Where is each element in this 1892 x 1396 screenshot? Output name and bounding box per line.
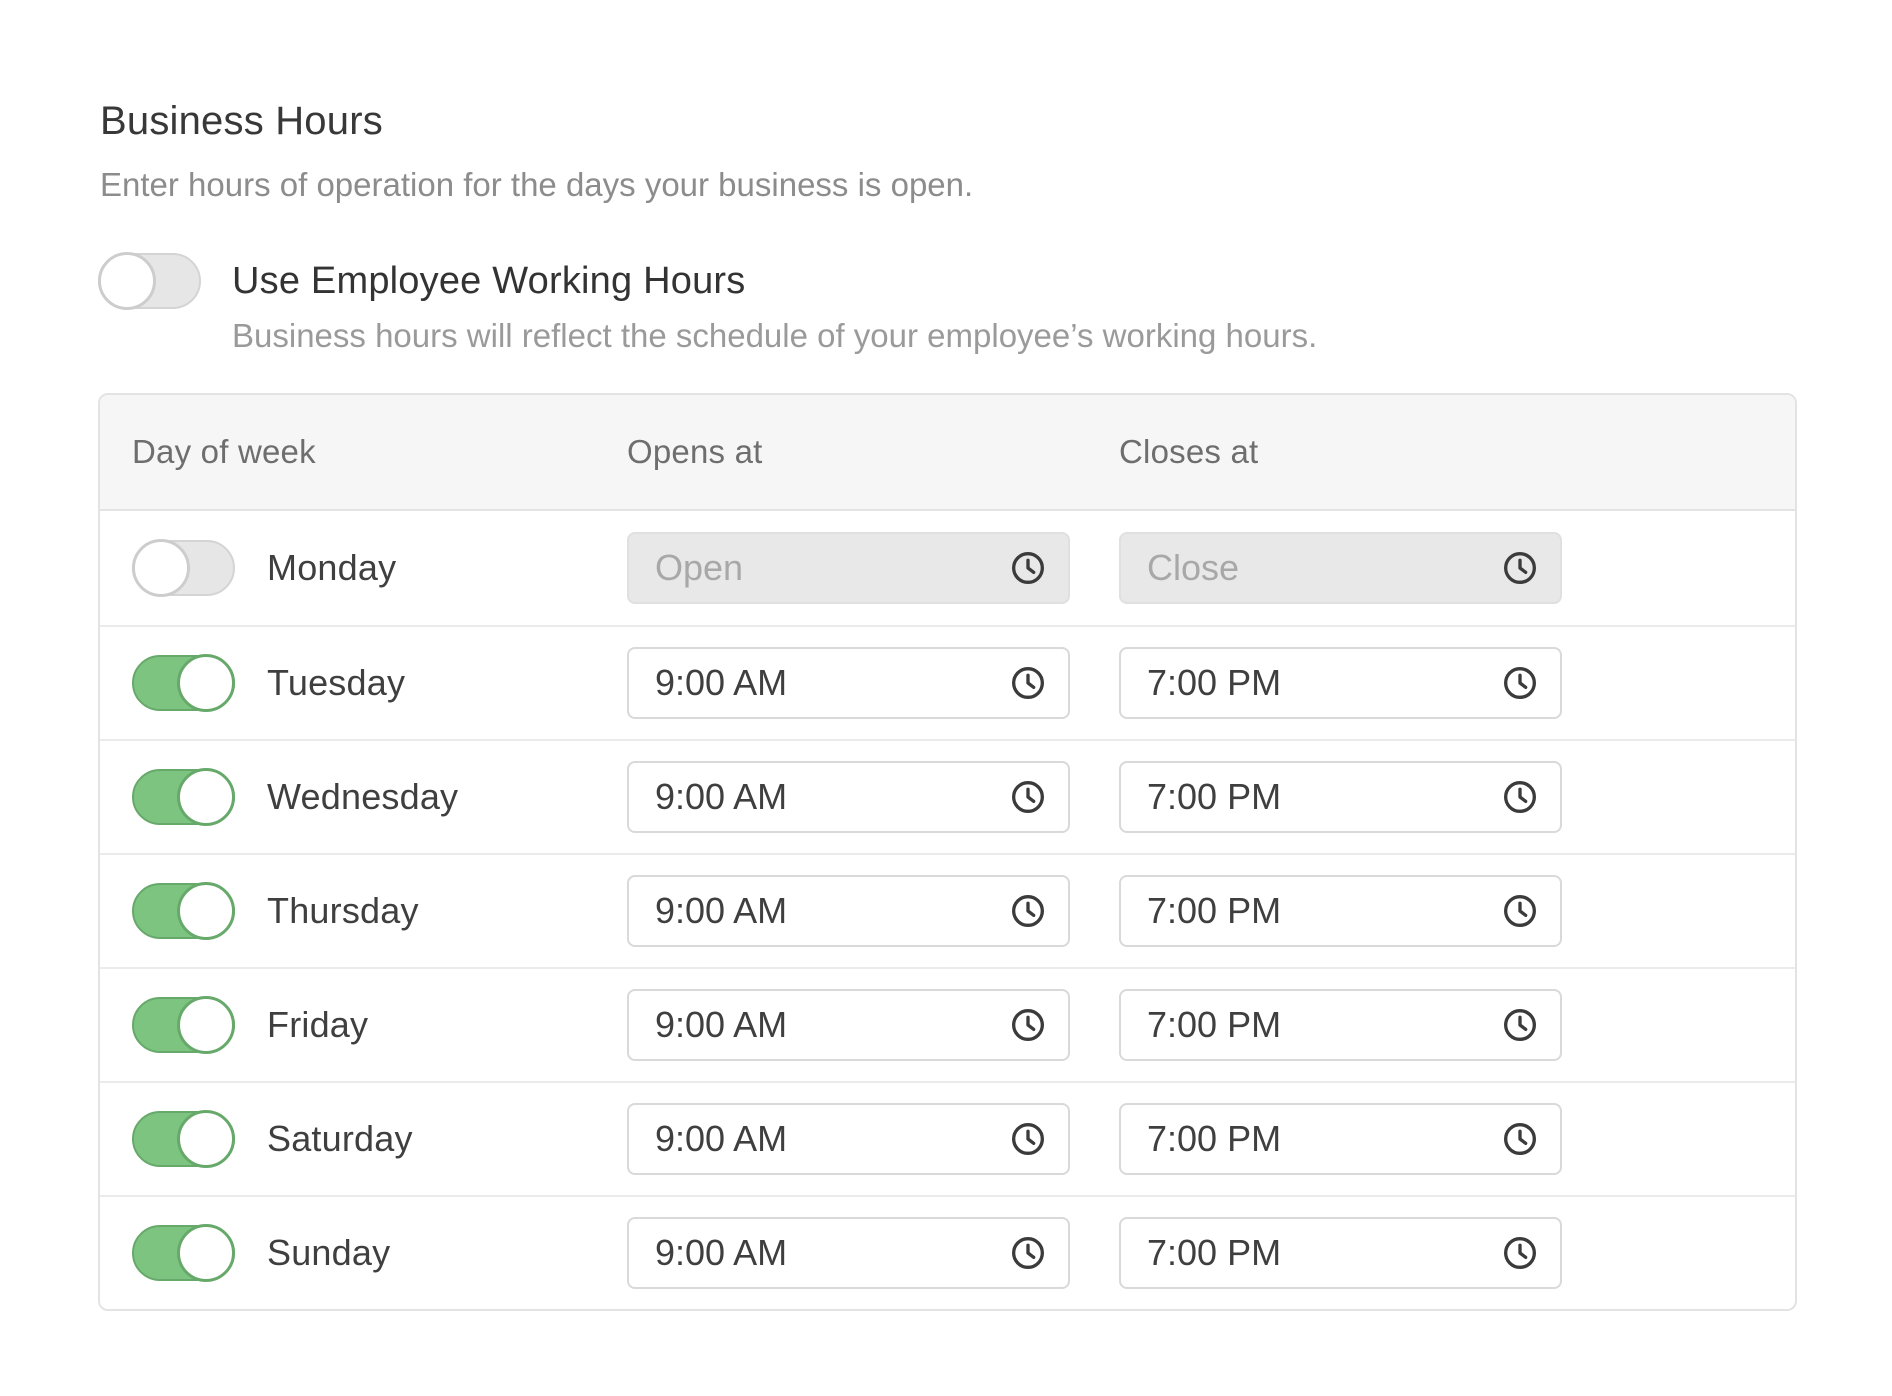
opens-at-input bbox=[627, 532, 1070, 604]
opens-at-input[interactable] bbox=[627, 989, 1070, 1061]
opens-at-input[interactable] bbox=[627, 1217, 1070, 1289]
day-toggle[interactable] bbox=[132, 1225, 235, 1281]
closes-at-input[interactable] bbox=[1119, 647, 1562, 719]
day-label: Monday bbox=[267, 547, 396, 589]
day-toggle[interactable] bbox=[132, 1111, 235, 1167]
opens-at-input[interactable] bbox=[627, 1103, 1070, 1175]
closes-at-field bbox=[1119, 647, 1562, 719]
table-row: Saturday bbox=[100, 1081, 1795, 1195]
day-label: Wednesday bbox=[267, 776, 458, 818]
toggle-knob bbox=[177, 1224, 235, 1282]
day-cell: Friday bbox=[132, 997, 627, 1053]
opens-at-input[interactable] bbox=[627, 647, 1070, 719]
business-hours-settings: Business Hours Enter hours of operation … bbox=[0, 0, 1892, 1311]
day-cell: Saturday bbox=[132, 1111, 627, 1167]
employee-hours-text: Use Employee Working Hours Business hour… bbox=[232, 253, 1317, 356]
employee-hours-label: Use Employee Working Hours bbox=[232, 253, 1317, 309]
toggle-knob bbox=[98, 252, 156, 310]
opens-at-field bbox=[627, 1103, 1070, 1175]
toggle-knob bbox=[177, 654, 235, 712]
business-hours-table: Day of week Opens at Closes at Monday bbox=[98, 393, 1797, 1311]
day-cell: Wednesday bbox=[132, 769, 627, 825]
day-cell: Thursday bbox=[132, 883, 627, 939]
day-label: Thursday bbox=[267, 890, 419, 932]
day-toggle[interactable] bbox=[132, 997, 235, 1053]
closes-at-field bbox=[1119, 1103, 1562, 1175]
opens-at-input[interactable] bbox=[627, 875, 1070, 947]
day-toggle[interactable] bbox=[132, 769, 235, 825]
closes-at-field bbox=[1119, 532, 1562, 604]
opens-at-field bbox=[627, 761, 1070, 833]
column-header-closes-at: Closes at bbox=[1119, 433, 1562, 471]
table-row: Monday bbox=[100, 511, 1795, 625]
day-label: Friday bbox=[267, 1004, 368, 1046]
day-toggle[interactable] bbox=[132, 883, 235, 939]
day-label: Sunday bbox=[267, 1232, 390, 1274]
column-header-day-of-week: Day of week bbox=[132, 433, 627, 471]
opens-at-field bbox=[627, 989, 1070, 1061]
opens-at-field bbox=[627, 875, 1070, 947]
toggle-knob bbox=[177, 1110, 235, 1168]
opens-at-input[interactable] bbox=[627, 761, 1070, 833]
table-row: Sunday bbox=[100, 1195, 1795, 1309]
day-label: Saturday bbox=[267, 1118, 413, 1160]
table-row: Wednesday bbox=[100, 739, 1795, 853]
table-row: Tuesday bbox=[100, 625, 1795, 739]
opens-at-field bbox=[627, 532, 1070, 604]
table-row: Friday bbox=[100, 967, 1795, 1081]
toggle-knob bbox=[177, 882, 235, 940]
closes-at-field bbox=[1119, 875, 1562, 947]
closes-at-field bbox=[1119, 761, 1562, 833]
closes-at-input bbox=[1119, 532, 1562, 604]
toggle-knob bbox=[177, 768, 235, 826]
opens-at-field bbox=[627, 647, 1070, 719]
day-toggle[interactable] bbox=[132, 655, 235, 711]
closes-at-input[interactable] bbox=[1119, 989, 1562, 1061]
closes-at-input[interactable] bbox=[1119, 1103, 1562, 1175]
day-toggle[interactable] bbox=[132, 540, 235, 596]
table-header: Day of week Opens at Closes at bbox=[100, 395, 1795, 511]
opens-at-field bbox=[627, 1217, 1070, 1289]
closes-at-input[interactable] bbox=[1119, 761, 1562, 833]
toggle-knob bbox=[132, 539, 190, 597]
business-hours-rows: Monday Tuesday bbox=[100, 511, 1795, 1309]
employee-hours-description: Business hours will reflect the schedule… bbox=[232, 315, 1317, 356]
day-label: Tuesday bbox=[267, 662, 405, 704]
closes-at-input[interactable] bbox=[1119, 1217, 1562, 1289]
closes-at-field bbox=[1119, 989, 1562, 1061]
employee-hours-toggle[interactable] bbox=[98, 253, 201, 309]
day-cell: Sunday bbox=[132, 1225, 627, 1281]
table-row: Thursday bbox=[100, 853, 1795, 967]
closes-at-input[interactable] bbox=[1119, 875, 1562, 947]
page-subtitle: Enter hours of operation for the days yo… bbox=[100, 164, 1892, 205]
day-cell: Tuesday bbox=[132, 655, 627, 711]
column-header-opens-at: Opens at bbox=[627, 433, 1119, 471]
page-title: Business Hours bbox=[100, 96, 1892, 146]
closes-at-field bbox=[1119, 1217, 1562, 1289]
toggle-knob bbox=[177, 996, 235, 1054]
day-cell: Monday bbox=[132, 540, 627, 596]
employee-hours-section: Use Employee Working Hours Business hour… bbox=[98, 253, 1892, 356]
